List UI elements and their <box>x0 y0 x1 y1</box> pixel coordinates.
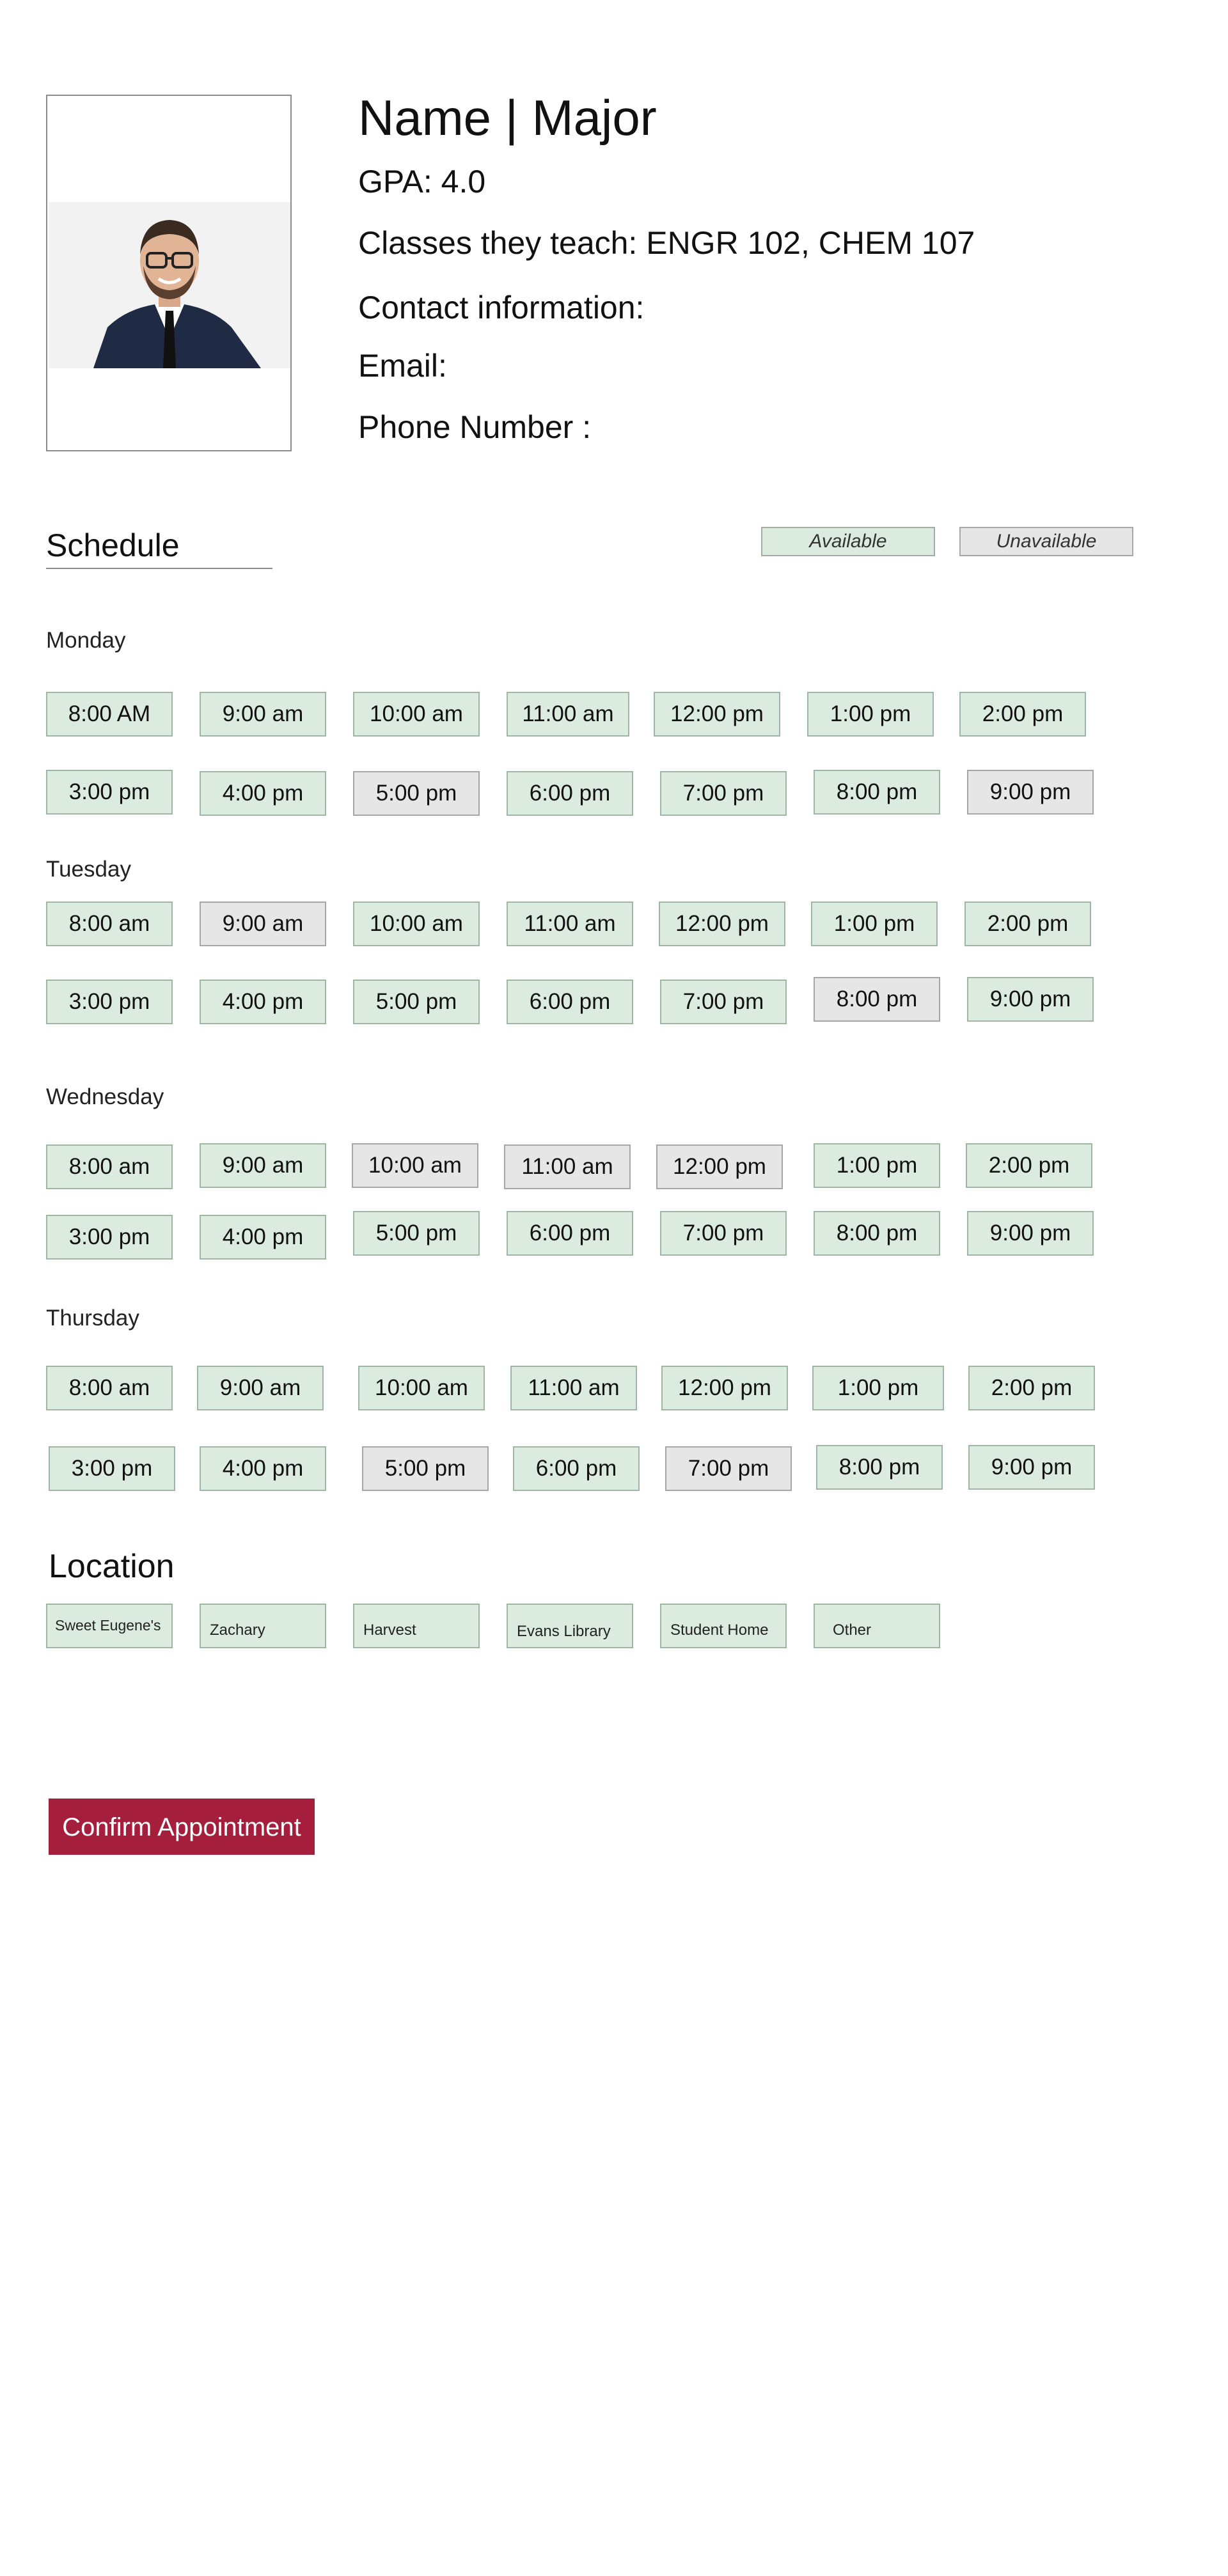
slot-monday-6pm[interactable]: 6:00 pm <box>507 771 633 816</box>
profile-contact-heading: Contact information: <box>358 290 645 325</box>
slot-tuesday-4pm[interactable]: 4:00 pm <box>200 980 326 1024</box>
slot-tuesday-9pm[interactable]: 9:00 pm <box>967 977 1094 1022</box>
slot-monday-8am[interactable]: 8:00 AM <box>46 692 173 737</box>
slot-monday-1pm[interactable]: 1:00 pm <box>807 692 934 737</box>
slot-monday-2pm[interactable]: 2:00 pm <box>959 692 1086 737</box>
slot-tuesday-9am[interactable]: 9:00 am <box>200 902 326 946</box>
location-title: Location <box>49 1548 175 1585</box>
slot-wednesday-12pm[interactable]: 12:00 pm <box>656 1144 783 1189</box>
slot-thursday-2pm[interactable]: 2:00 pm <box>968 1366 1095 1410</box>
slot-wednesday-9am[interactable]: 9:00 am <box>200 1143 326 1188</box>
slot-wednesday-9pm[interactable]: 9:00 pm <box>967 1211 1094 1256</box>
day-label-thursday: Thursday <box>46 1306 139 1331</box>
schedule-title: Schedule <box>46 527 180 563</box>
slot-monday-12pm[interactable]: 12:00 pm <box>654 692 780 737</box>
profile-gpa: GPA: 4.0 <box>358 164 486 199</box>
slot-wednesday-6pm[interactable]: 6:00 pm <box>507 1211 633 1256</box>
legend-unavailable: Unavailable <box>959 527 1133 556</box>
slot-tuesday-2pm[interactable]: 2:00 pm <box>964 902 1091 946</box>
slot-wednesday-7pm[interactable]: 7:00 pm <box>660 1211 787 1256</box>
slot-wednesday-2pm[interactable]: 2:00 pm <box>966 1143 1092 1188</box>
slot-thursday-3pm[interactable]: 3:00 pm <box>49 1446 175 1491</box>
profile-classes: Classes they teach: ENGR 102, CHEM 107 <box>358 225 975 261</box>
location-zachary[interactable]: Zachary <box>200 1604 326 1648</box>
slot-thursday-4pm[interactable]: 4:00 pm <box>200 1446 326 1491</box>
slot-tuesday-10am[interactable]: 10:00 am <box>353 902 480 946</box>
slot-monday-3pm[interactable]: 3:00 pm <box>46 770 173 815</box>
slot-wednesday-1pm[interactable]: 1:00 pm <box>814 1143 940 1188</box>
slot-monday-7pm[interactable]: 7:00 pm <box>660 771 787 816</box>
slot-thursday-10am[interactable]: 10:00 am <box>358 1366 485 1410</box>
slot-monday-10am[interactable]: 10:00 am <box>353 692 480 737</box>
slot-thursday-9am[interactable]: 9:00 am <box>197 1366 324 1410</box>
slot-wednesday-3pm[interactable]: 3:00 pm <box>46 1215 173 1260</box>
slot-monday-11am[interactable]: 11:00 am <box>507 692 629 737</box>
slot-monday-8pm[interactable]: 8:00 pm <box>814 770 940 815</box>
day-label-monday: Monday <box>46 628 126 653</box>
slot-wednesday-11am[interactable]: 11:00 am <box>504 1144 631 1189</box>
schedule-underline <box>46 568 272 569</box>
slot-thursday-9pm[interactable]: 9:00 pm <box>968 1445 1095 1490</box>
slot-thursday-8am[interactable]: 8:00 am <box>46 1366 173 1410</box>
slot-wednesday-5pm[interactable]: 5:00 pm <box>353 1211 480 1256</box>
location-student-home[interactable]: Student Home <box>660 1604 787 1648</box>
slot-tuesday-8pm[interactable]: 8:00 pm <box>814 977 940 1022</box>
slot-wednesday-8am[interactable]: 8:00 am <box>46 1144 173 1189</box>
slot-thursday-1pm[interactable]: 1:00 pm <box>812 1366 944 1410</box>
profile-photo <box>49 202 290 368</box>
slot-monday-9pm[interactable]: 9:00 pm <box>967 770 1094 815</box>
location-other[interactable]: Other <box>814 1604 940 1648</box>
profile-photo-frame <box>46 95 292 451</box>
legend-available: Available <box>761 527 935 556</box>
slot-wednesday-10am[interactable]: 10:00 am <box>352 1143 478 1188</box>
slot-tuesday-7pm[interactable]: 7:00 pm <box>660 980 787 1024</box>
profile-email: Email: <box>358 348 447 384</box>
slot-wednesday-8pm[interactable]: 8:00 pm <box>814 1211 940 1256</box>
slot-tuesday-6pm[interactable]: 6:00 pm <box>507 980 633 1024</box>
profile-name-major: Name | Major <box>358 90 657 146</box>
slot-tuesday-5pm[interactable]: 5:00 pm <box>353 980 480 1024</box>
location-harvest[interactable]: Harvest <box>353 1604 480 1648</box>
slot-thursday-11am[interactable]: 11:00 am <box>510 1366 637 1410</box>
slot-tuesday-3pm[interactable]: 3:00 pm <box>46 980 173 1024</box>
slot-monday-9am[interactable]: 9:00 am <box>200 692 326 737</box>
slot-thursday-5pm[interactable]: 5:00 pm <box>362 1446 489 1491</box>
profile-phone: Phone Number : <box>358 409 592 445</box>
slot-thursday-6pm[interactable]: 6:00 pm <box>513 1446 640 1491</box>
location-evans-library[interactable]: Evans Library <box>507 1604 633 1648</box>
slot-thursday-7pm[interactable]: 7:00 pm <box>665 1446 792 1491</box>
slot-monday-4pm[interactable]: 4:00 pm <box>200 771 326 816</box>
slot-tuesday-12pm[interactable]: 12:00 pm <box>659 902 785 946</box>
slot-monday-5pm[interactable]: 5:00 pm <box>353 771 480 816</box>
location-sweet-eugenes[interactable]: Sweet Eugene's <box>46 1604 173 1648</box>
slot-thursday-8pm[interactable]: 8:00 pm <box>816 1445 943 1490</box>
slot-tuesday-11am[interactable]: 11:00 am <box>507 902 633 946</box>
slot-wednesday-4pm[interactable]: 4:00 pm <box>200 1215 326 1260</box>
day-label-tuesday: Tuesday <box>46 857 131 882</box>
day-label-wednesday: Wednesday <box>46 1084 164 1109</box>
slot-tuesday-8am[interactable]: 8:00 am <box>46 902 173 946</box>
person-portrait-image <box>49 202 290 368</box>
confirm-appointment-button[interactable]: Confirm Appointment <box>49 1799 315 1855</box>
slot-thursday-12pm[interactable]: 12:00 pm <box>661 1366 788 1410</box>
slot-tuesday-1pm[interactable]: 1:00 pm <box>811 902 938 946</box>
